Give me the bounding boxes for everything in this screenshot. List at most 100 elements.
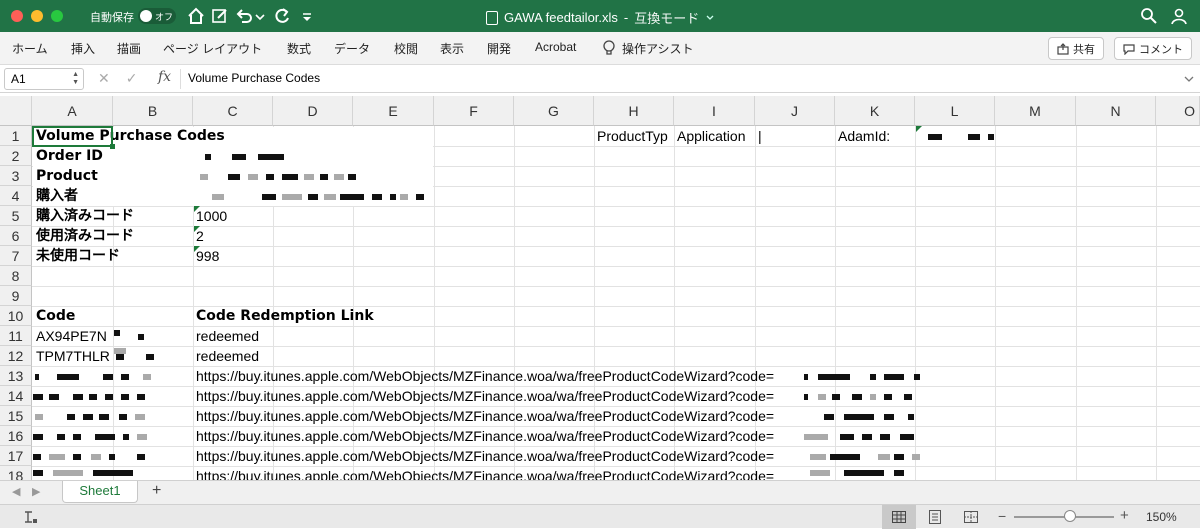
row-header-15[interactable]: 15 <box>0 406 32 426</box>
cell-C17[interactable]: https://buy.itunes.apple.com/WebObjects/… <box>193 446 774 466</box>
column-header-F[interactable]: F <box>434 96 514 126</box>
zoom-level[interactable]: 150% <box>1146 510 1177 524</box>
tab-home[interactable]: ホーム <box>12 40 48 57</box>
row-header-16[interactable]: 16 <box>0 426 32 446</box>
tab-draw[interactable]: 描画 <box>117 40 141 57</box>
cell-C6[interactable]: 2 <box>193 226 204 246</box>
name-box[interactable]: A1 ▲ ▼ <box>4 68 84 90</box>
column-header-N[interactable]: N <box>1076 96 1156 126</box>
cell-C7[interactable]: 998 <box>193 246 219 266</box>
cell-C13[interactable]: https://buy.itunes.apple.com/WebObjects/… <box>193 366 774 386</box>
cell-A1[interactable]: Volume Purchase Codes <box>33 126 225 146</box>
tab-review[interactable]: 校閲 <box>394 40 418 57</box>
row-header-2[interactable]: 2 <box>0 146 32 166</box>
column-header-B[interactable]: B <box>113 96 193 126</box>
tab-view[interactable]: 表示 <box>440 40 464 57</box>
row-header-17[interactable]: 17 <box>0 446 32 466</box>
column-header-A[interactable]: A <box>32 96 113 126</box>
scroll-tabs-left-icon[interactable]: ◀ <box>12 485 20 498</box>
cell-K1[interactable]: AdamId: <box>835 126 890 146</box>
spreadsheet-grid[interactable]: A B C D E F G H I J K L M N O 1 2 3 4 5 … <box>0 96 1200 480</box>
tab-developer[interactable]: 開発 <box>487 40 511 57</box>
cell-A2[interactable]: Order ID <box>33 146 103 166</box>
tab-formulas[interactable]: 数式 <box>287 40 311 57</box>
add-sheet-button[interactable]: + <box>152 482 161 500</box>
page-break-view-button[interactable] <box>954 505 988 529</box>
share-button[interactable]: 共有 <box>1048 37 1104 60</box>
home-icon[interactable] <box>186 6 206 26</box>
row-header-3[interactable]: 3 <box>0 166 32 186</box>
column-header-M[interactable]: M <box>995 96 1076 126</box>
tab-insert[interactable]: 挿入 <box>71 40 95 57</box>
row-header-13[interactable]: 13 <box>0 366 32 386</box>
column-header-L[interactable]: L <box>915 96 995 126</box>
row-header-5[interactable]: 5 <box>0 206 32 226</box>
cell-A12[interactable]: TPM7THLR <box>33 346 110 366</box>
zoom-slider-knob[interactable] <box>1064 510 1076 522</box>
column-header-O[interactable]: O <box>1156 96 1200 126</box>
page-layout-view-button[interactable] <box>918 505 952 529</box>
row-header-10[interactable]: 10 <box>0 306 32 326</box>
row-header-4[interactable]: 4 <box>0 186 32 206</box>
tab-data[interactable]: データ <box>334 40 370 57</box>
column-header-D[interactable]: D <box>273 96 353 126</box>
cell-C16[interactable]: https://buy.itunes.apple.com/WebObjects/… <box>193 426 774 446</box>
cell-J1[interactable]: | <box>755 126 762 146</box>
cancel-icon[interactable]: ✕ <box>98 70 110 87</box>
column-header-I[interactable]: I <box>674 96 755 126</box>
comment-button[interactable]: コメント <box>1114 37 1192 60</box>
row-header-12[interactable]: 12 <box>0 346 32 366</box>
column-header-E[interactable]: E <box>353 96 434 126</box>
redo-icon[interactable] <box>272 6 292 26</box>
cell-C18[interactable]: https://buy.itunes.apple.com/WebObjects/… <box>193 466 774 480</box>
formula-input[interactable]: Volume Purchase Codes <box>188 71 320 85</box>
function-icon[interactable]: fx <box>158 69 171 85</box>
cell-C10[interactable]: Code Redemption Link <box>193 306 374 326</box>
tell-me-search[interactable]: 操作アシスト <box>622 40 694 57</box>
close-window-button[interactable] <box>11 10 23 22</box>
name-box-stepper-icon[interactable]: ▲ ▼ <box>72 71 79 87</box>
column-header-C[interactable]: C <box>193 96 273 126</box>
column-header-K[interactable]: K <box>835 96 915 126</box>
minimize-window-button[interactable] <box>31 10 43 22</box>
zoom-in-icon[interactable]: + <box>1120 507 1129 524</box>
account-icon[interactable] <box>1170 7 1188 25</box>
cell-A4[interactable]: 購入者 <box>33 186 78 206</box>
row-header-18[interactable]: 18 <box>0 466 32 480</box>
cell-C15[interactable]: https://buy.itunes.apple.com/WebObjects/… <box>193 406 774 426</box>
chevron-down-icon[interactable] <box>705 13 715 23</box>
undo-icon[interactable] <box>234 6 254 26</box>
cell-I1[interactable]: Application <box>674 126 746 146</box>
cell-A3[interactable]: Product <box>33 166 98 186</box>
search-icon[interactable] <box>1140 7 1158 25</box>
cell-C14[interactable]: https://buy.itunes.apple.com/WebObjects/… <box>193 386 774 406</box>
column-header-J[interactable]: J <box>755 96 835 126</box>
normal-view-button[interactable] <box>882 505 916 529</box>
cell-C11[interactable]: redeemed <box>193 326 259 346</box>
row-header-6[interactable]: 6 <box>0 226 32 246</box>
chevron-down-icon[interactable] <box>254 6 266 26</box>
select-all-corner[interactable] <box>0 96 32 126</box>
row-header-1[interactable]: 1 <box>0 126 32 146</box>
macro-record-icon[interactable] <box>22 510 38 524</box>
column-header-G[interactable]: G <box>514 96 594 126</box>
sheet-tab-sheet1[interactable]: Sheet1 <box>62 481 138 503</box>
row-header-14[interactable]: 14 <box>0 386 32 406</box>
cell-H1[interactable]: ProductTyp <box>594 126 674 146</box>
cell-A11[interactable]: AX94PE7N <box>33 326 107 346</box>
edit-icon[interactable] <box>210 6 230 26</box>
scroll-tabs-right-icon[interactable]: ▶ <box>32 485 40 498</box>
cell-A10[interactable]: Code <box>33 306 75 326</box>
row-header-8[interactable]: 8 <box>0 266 32 286</box>
tab-page-layout[interactable]: ページ レイアウト <box>163 40 262 57</box>
zoom-window-button[interactable] <box>51 10 63 22</box>
cell-C5[interactable]: 1000 <box>193 206 227 226</box>
customize-toolbar-icon[interactable] <box>300 6 314 26</box>
cell-A5[interactable]: 購入済みコード <box>33 206 134 226</box>
column-header-H[interactable]: H <box>594 96 674 126</box>
row-header-9[interactable]: 9 <box>0 286 32 306</box>
cell-A6[interactable]: 使用済みコード <box>33 226 134 246</box>
cell-A7[interactable]: 未使用コード <box>33 246 120 266</box>
row-header-7[interactable]: 7 <box>0 246 32 266</box>
zoom-out-icon[interactable]: − <box>998 508 1006 524</box>
